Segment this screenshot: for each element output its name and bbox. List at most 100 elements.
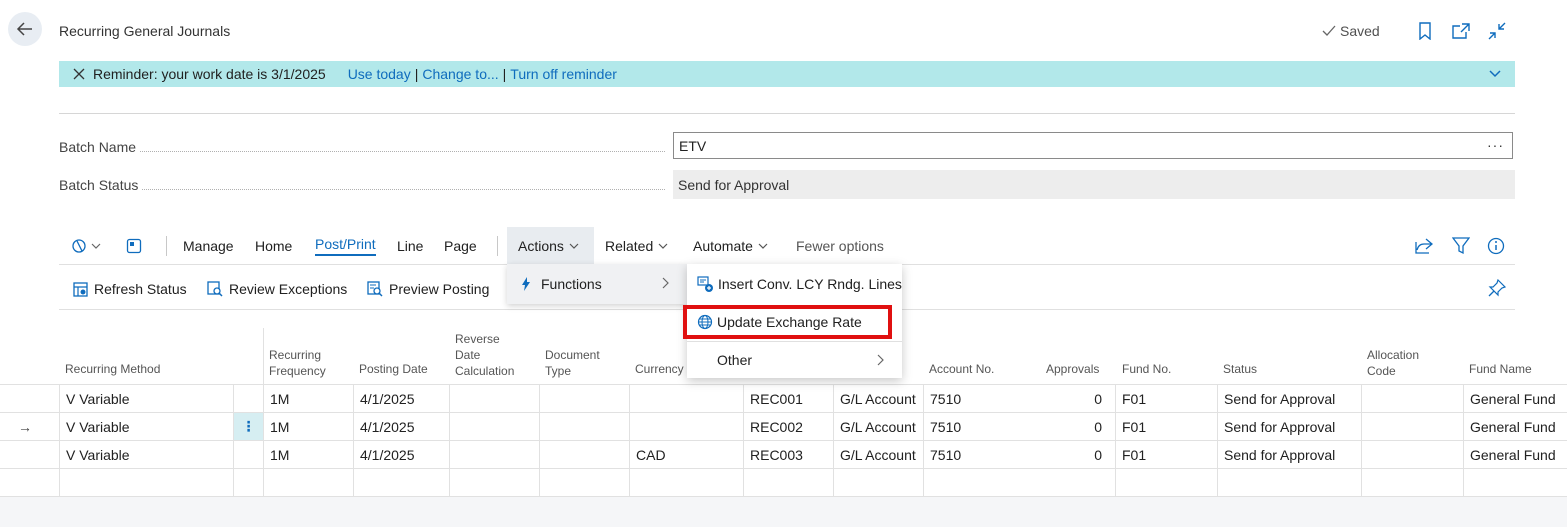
use-today-link[interactable]: Use today [348,66,411,82]
share-icon[interactable] [1415,236,1433,256]
insert-conv-lcy-rndg-lines-item[interactable]: Insert Conv. LCY Rndg. Lines [687,267,902,301]
header-allocation-code[interactable]: Allocation Code [1367,347,1419,379]
pin-icon[interactable] [1488,279,1506,297]
change-to-link[interactable]: Change to... [422,66,498,82]
close-icon[interactable] [73,68,85,80]
menu-divider [687,341,902,342]
cell-approvals[interactable]: 0 [1060,385,1102,413]
cell-recurring-method[interactable]: V Variable [66,413,130,441]
header-fund-no[interactable]: Fund No. [1122,361,1171,377]
cell-status[interactable]: Send for Approval [1224,413,1335,441]
column-separator [263,328,264,384]
filter-icon[interactable] [1452,236,1470,256]
tab-page[interactable]: Page [444,236,477,256]
cell-recurring-frequency[interactable]: 1M [270,413,289,441]
collapse-icon[interactable] [1486,20,1508,42]
tab-post-print[interactable]: Post/Print [315,236,376,256]
row-actions-menu-button[interactable]: ⋮ [234,413,263,440]
lookup-more-button[interactable]: ··· [1487,137,1504,153]
column-separator [233,384,234,496]
other-submenu-item[interactable]: Other [687,343,902,377]
review-exceptions-button[interactable]: Review Exceptions [207,279,347,299]
header-approvals[interactable]: Approvals [1046,361,1099,377]
header-status[interactable]: Status [1223,361,1257,377]
bookmark-icon[interactable] [1414,20,1436,42]
batch-name-input[interactable]: ETV ··· [673,132,1513,159]
info-icon[interactable] [1487,236,1505,256]
popout-icon[interactable] [1450,20,1472,42]
cell-account-type[interactable]: G/L Account [840,441,916,469]
cell-document-no[interactable]: REC003 [750,441,803,469]
cell-approvals[interactable]: 0 [1060,413,1102,441]
batch-status-value: Send for Approval [673,170,1515,199]
cell-posting-date[interactable]: 4/1/2025 [360,441,415,469]
tab-automate[interactable]: Automate [693,236,768,256]
cell-status[interactable]: Send for Approval [1224,385,1335,413]
insert-lines-icon [697,275,714,293]
functions-menu-item[interactable]: Functions [507,264,687,304]
cell-account-no[interactable]: 7510 [930,413,961,441]
cell-fund-name[interactable]: General Fund [1470,413,1556,441]
table-row-empty[interactable] [0,468,1567,497]
column-separator [449,384,450,496]
link-separator: | [414,66,419,82]
back-button[interactable] [8,12,42,46]
insert-conv-label: Insert Conv. LCY Rndg. Lines [718,276,902,292]
column-separator [1115,384,1116,496]
batch-name-label-text: Batch Name [59,139,137,155]
refresh-status-button[interactable]: Refresh Status [73,279,187,299]
column-separator [59,384,60,496]
header-account-no[interactable]: Account No. [929,361,994,377]
tab-related[interactable]: Related [605,236,668,256]
batch-status-label: Batch Status [59,177,671,193]
current-row-arrow-icon: → [18,419,32,435]
header-reverse-date-calculation[interactable]: Reverse Date Calculation [455,331,514,379]
cell-document-no[interactable]: REC001 [750,385,803,413]
turn-off-reminder-link[interactable]: Turn off reminder [510,66,617,82]
cell-document-no[interactable]: REC002 [750,413,803,441]
fewer-options-button[interactable]: Fewer options [796,236,884,256]
column-separator [833,384,834,496]
checkmark-icon [1322,24,1336,38]
highlight-annotation-box [683,305,892,339]
chevron-right-icon [662,277,669,289]
cell-recurring-frequency[interactable]: 1M [270,385,289,413]
refresh-status-label: Refresh Status [94,281,187,297]
cell-fund-name[interactable]: General Fund [1470,441,1556,469]
tab-line[interactable]: Line [397,236,423,256]
cell-status[interactable]: Send for Approval [1224,441,1335,469]
cell-fund-no[interactable]: F01 [1122,385,1146,413]
cell-fund-no[interactable]: F01 [1122,441,1146,469]
header-document-type[interactable]: Document Type [545,347,600,379]
cell-account-type[interactable]: G/L Account [840,413,916,441]
preview-posting-button[interactable]: Preview Posting [367,279,489,299]
cell-fund-no[interactable]: F01 [1122,413,1146,441]
cell-currency[interactable]: CAD [636,441,666,469]
tab-home[interactable]: Home [255,236,292,256]
show-pane-icon[interactable] [126,236,142,256]
header-line: Calculation [455,364,515,378]
cell-approvals[interactable]: 0 [1060,441,1102,469]
chevron-down-icon[interactable] [1489,70,1501,78]
copilot-dropdown[interactable] [72,236,102,256]
toolbar-separator [497,236,498,256]
cell-recurring-method[interactable]: V Variable [66,441,130,469]
functions-label: Functions [541,276,602,292]
header-fund-name[interactable]: Fund Name [1469,361,1532,377]
header-recurring-frequency[interactable]: Recurring Frequency [269,347,326,379]
cell-posting-date[interactable]: 4/1/2025 [360,413,415,441]
header-line: Allocation [1367,348,1420,362]
cell-fund-name[interactable]: General Fund [1470,385,1556,413]
cell-posting-date[interactable]: 4/1/2025 [360,385,415,413]
cell-account-no[interactable]: 7510 [930,385,961,413]
cell-account-type[interactable]: G/L Account [840,385,916,413]
header-posting-date[interactable]: Posting Date [359,361,428,377]
column-separator [629,384,630,496]
cell-recurring-frequency[interactable]: 1M [270,441,289,469]
header-recurring-method[interactable]: Recurring Method [65,361,160,377]
tab-actions[interactable]: Actions [518,236,579,256]
page-title: Recurring General Journals [59,23,231,39]
tab-manage[interactable]: Manage [183,236,234,256]
cell-recurring-method[interactable]: V Variable [66,385,130,413]
cell-account-no[interactable]: 7510 [930,441,961,469]
